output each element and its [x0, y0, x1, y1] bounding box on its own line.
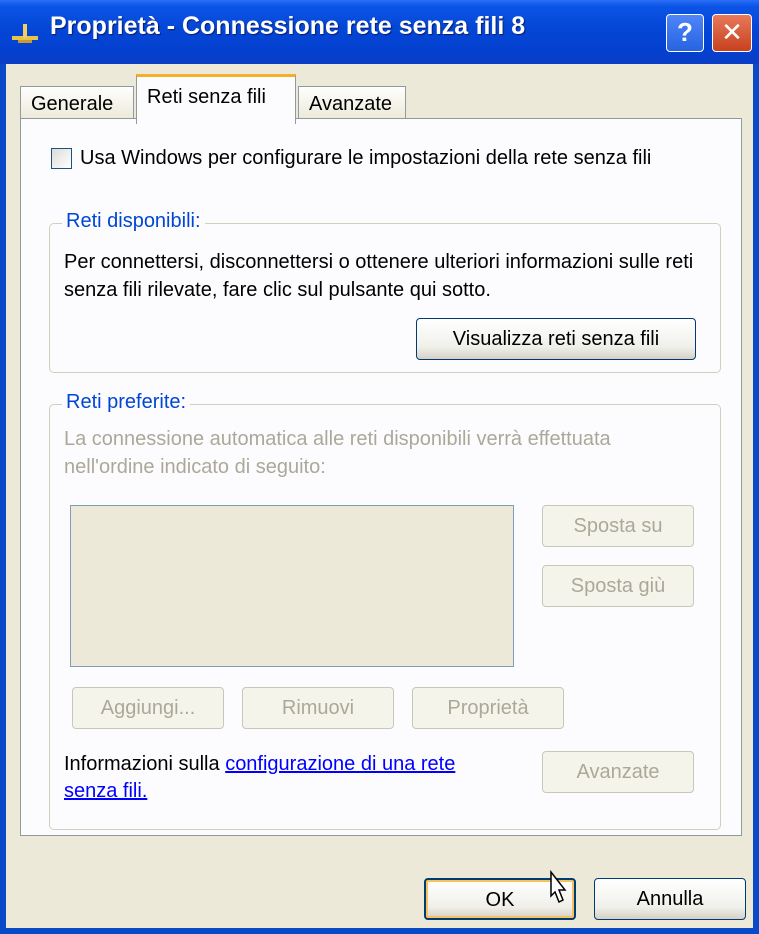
use-windows-row[interactable]: Usa Windows per configurare le impostazi… [51, 147, 651, 170]
cancel-button[interactable]: Annulla [594, 878, 746, 920]
advanced-button[interactable]: Avanzate [542, 751, 694, 793]
add-button[interactable]: Aggiungi... [72, 687, 224, 729]
tab-avanzate[interactable]: Avanzate [298, 86, 406, 120]
close-button[interactable]: ✕ [712, 14, 752, 52]
available-networks-legend: Reti disponibili: [62, 210, 205, 233]
tab-reti-senza-fili[interactable]: Reti senza fili [136, 74, 296, 124]
tab-panel-reti-senza-fili: Usa Windows per configurare le impostazi… [20, 118, 742, 836]
view-wireless-networks-button[interactable]: Visualizza reti senza fili [416, 318, 696, 360]
available-networks-description: Per connettersi, disconnettersi o ottene… [64, 251, 694, 301]
preferred-networks-legend: Reti preferite: [62, 391, 191, 414]
help-button[interactable]: ? [666, 14, 704, 52]
mouse-pointer-icon [550, 869, 567, 904]
preferred-networks-list[interactable] [70, 505, 514, 667]
dialog-client-area: Generale Reti senza fili Avanzate Usa Wi… [6, 64, 753, 928]
remove-button[interactable]: Rimuovi [242, 687, 394, 729]
available-networks-group: Reti disponibili: Per connettersi, disco… [49, 210, 721, 373]
use-windows-label: Usa Windows per configurare le impostazi… [80, 147, 652, 169]
use-windows-checkbox[interactable] [51, 148, 72, 170]
move-up-button[interactable]: Sposta su [542, 505, 694, 547]
preferred-networks-description: La connessione automatica alle reti disp… [64, 428, 611, 478]
preferred-networks-group: Reti preferite: La connessione automatic… [49, 391, 721, 830]
properties-dialog: Proprietà - Connessione rete senza fili … [0, 0, 759, 934]
move-down-button[interactable]: Sposta giù [542, 565, 694, 607]
info-text: Informazioni sulla configurazione di una… [64, 751, 504, 805]
title-bar[interactable]: Proprietà - Connessione rete senza fili … [0, 0, 759, 64]
window-title: Proprietà - Connessione rete senza fili … [50, 12, 526, 40]
network-connection-icon [12, 24, 38, 43]
properties-button[interactable]: Proprietà [412, 687, 564, 729]
tab-generale[interactable]: Generale [20, 86, 134, 120]
info-prefix: Informazioni sulla [64, 753, 226, 775]
